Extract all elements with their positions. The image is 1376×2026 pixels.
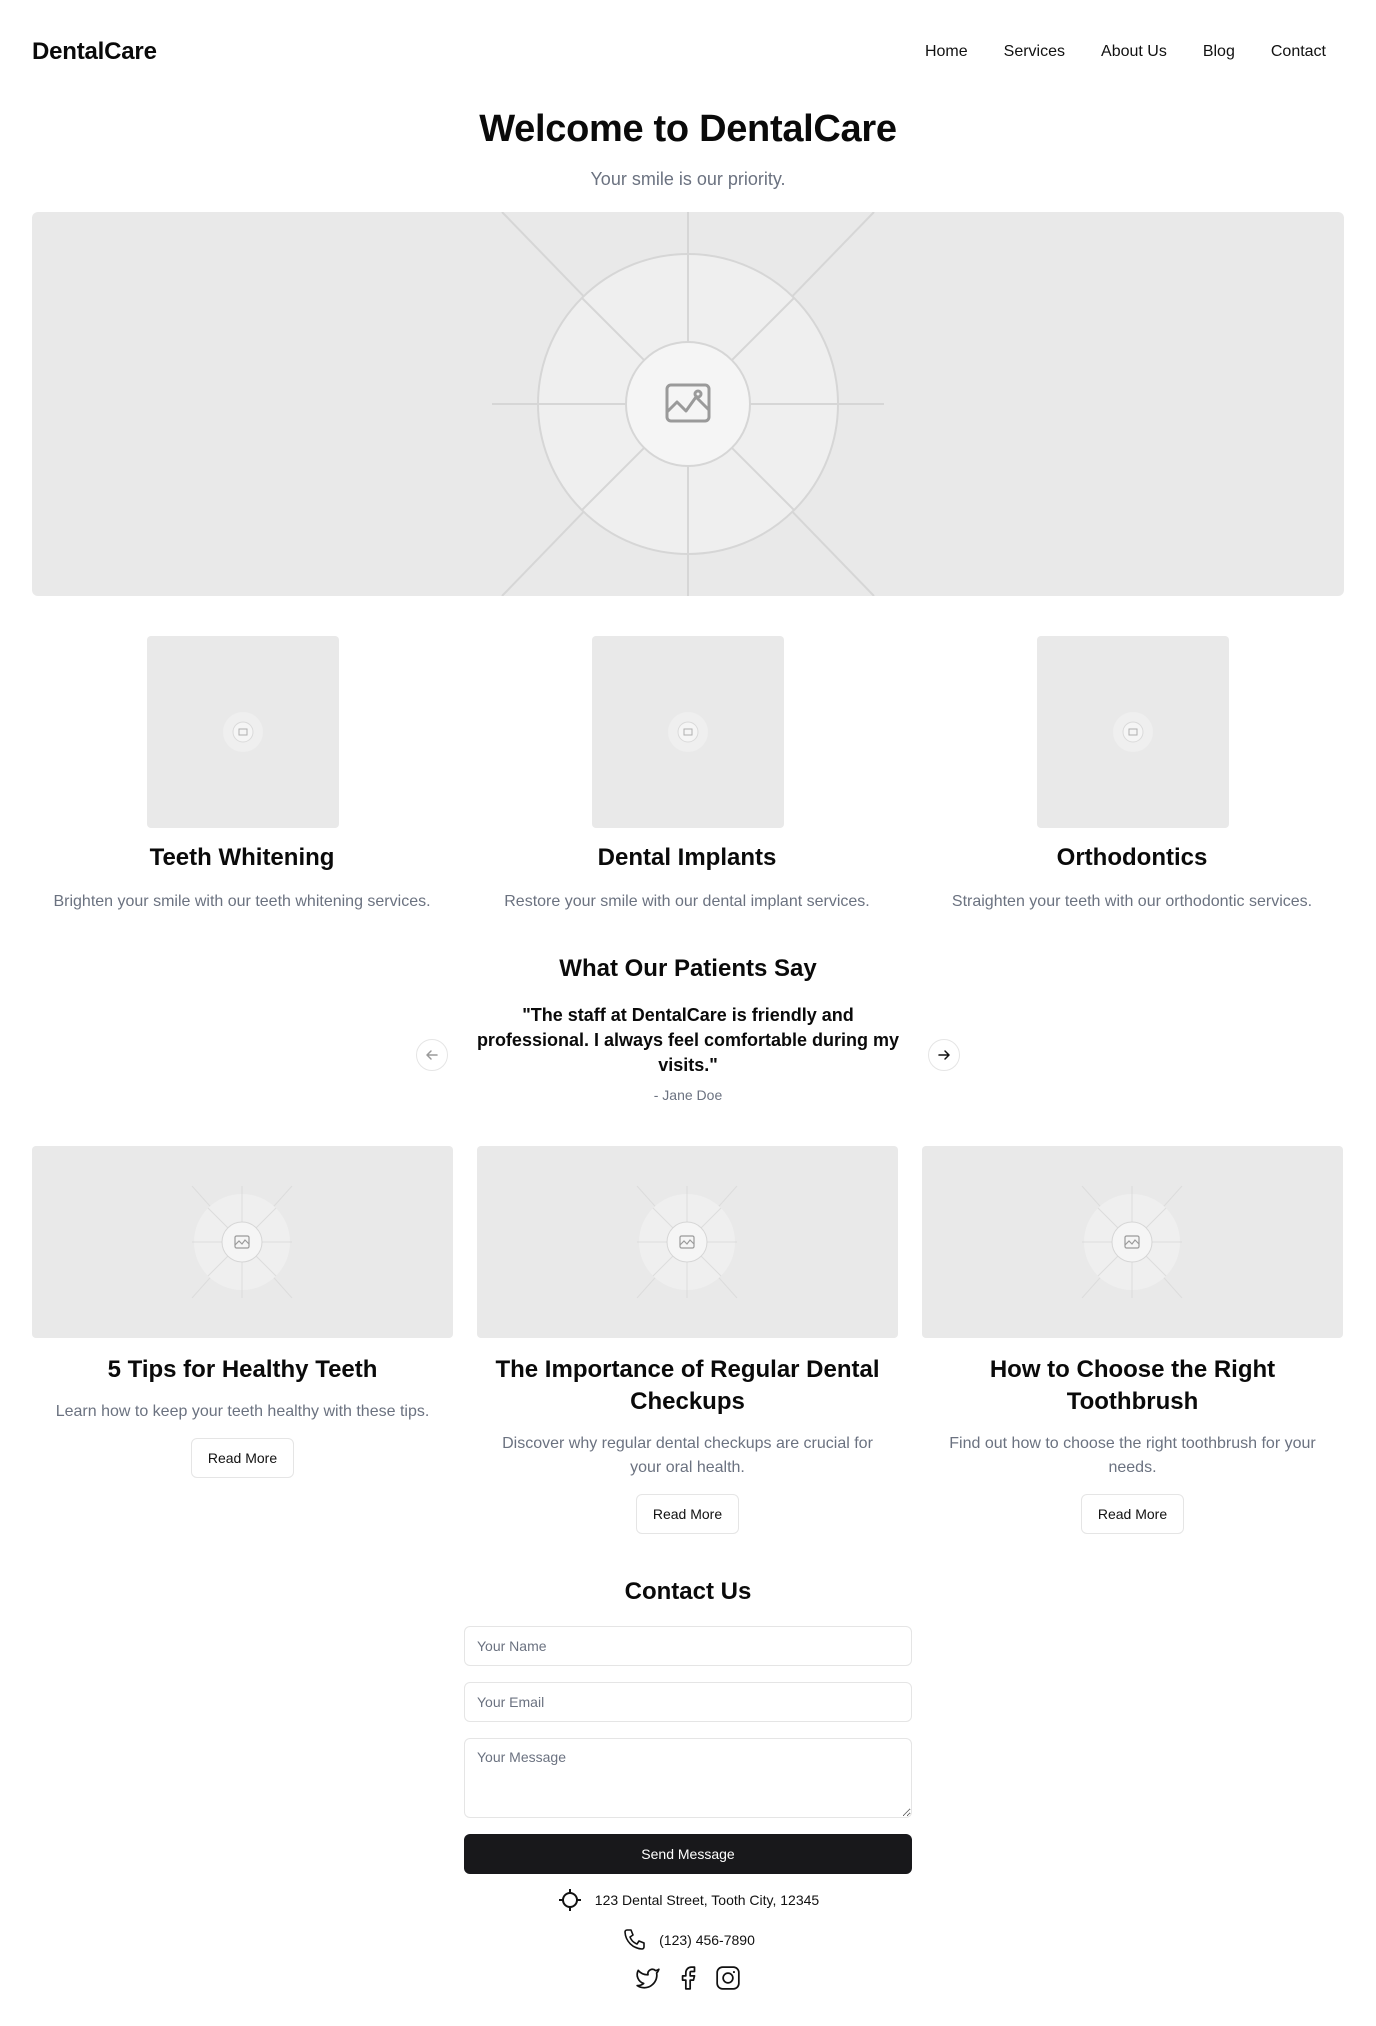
image-placeholder-graphic: [223, 712, 263, 752]
service-description: Straighten your teeth with our orthodont…: [951, 893, 1313, 910]
hero-title: Welcome to DentalCare: [479, 108, 897, 150]
image-placeholder-graphic: [668, 712, 708, 752]
image-placeholder-graphic: [1113, 712, 1153, 752]
service-title: Teeth Whitening: [149, 844, 335, 871]
image-placeholder-graphic: [636, 1185, 738, 1299]
service-image: [1037, 636, 1229, 828]
image-placeholder-graphic: [1081, 1185, 1183, 1299]
name-field[interactable]: [464, 1626, 912, 1666]
twitter-icon[interactable]: [635, 1965, 661, 1991]
nav-link-services[interactable]: Services: [986, 35, 1083, 69]
testimonial-quote: "The staff at DentalCare is friendly and…: [476, 1005, 900, 1075]
contact-address: 123 Dental Street, Tooth City, 12345: [0, 1887, 1376, 1913]
testimonial-prev-button[interactable]: [416, 1039, 448, 1071]
blog-image: [922, 1146, 1343, 1338]
instagram-icon[interactable]: [715, 1965, 741, 1991]
blog-description: Find out how to choose the right toothbr…: [949, 1435, 1316, 1476]
contact-phone: (123) 456-7890: [0, 1927, 1376, 1953]
hero-subtitle: Your smile is our priority.: [590, 169, 786, 189]
blog-card: 5 Tips for Healthy Teeth Learn how to ke…: [32, 1146, 453, 1478]
site-logo[interactable]: DentalCare: [32, 38, 157, 66]
page: DentalCare Home Services About Us Blog C…: [0, 0, 1376, 2026]
testimonial-author: - Jane Doe: [653, 1087, 723, 1103]
blog-description: Discover why regular dental checkups are…: [502, 1435, 873, 1476]
main-nav: Home Services About Us Blog Contact: [907, 35, 1344, 69]
crosshair-icon: [558, 1889, 581, 1911]
facebook-icon[interactable]: [675, 1965, 701, 1991]
arrow-left-icon: [426, 1050, 438, 1060]
nav-link-home[interactable]: Home: [907, 35, 986, 69]
testimonial-next-button[interactable]: [928, 1039, 960, 1071]
blog-description: Learn how to keep your teeth healthy wit…: [55, 1403, 430, 1420]
service-description: Restore your smile with our dental impla…: [504, 893, 870, 910]
service-image: [592, 636, 784, 828]
blog-image: [477, 1146, 898, 1338]
message-field[interactable]: [464, 1738, 912, 1818]
nav-link-about-us[interactable]: About Us: [1083, 35, 1185, 69]
service-title: Orthodontics: [1056, 844, 1208, 871]
read-more-button[interactable]: Read More: [1080, 1494, 1185, 1534]
image-placeholder-graphic: [492, 212, 884, 596]
phone-text[interactable]: (123) 456-7890: [659, 1932, 755, 1948]
hero-image: [32, 212, 1344, 596]
image-placeholder-graphic: [191, 1185, 293, 1299]
phone-icon: [624, 1929, 645, 1950]
blog-card: How to Choose the Right Toothbrush Find …: [922, 1146, 1343, 1534]
blog-card: The Importance of Regular Dental Checkup…: [477, 1146, 898, 1534]
email-field[interactable]: [464, 1682, 912, 1722]
testimonials-heading: What Our Patients Say: [559, 955, 817, 982]
read-more-button[interactable]: Read More: [190, 1438, 295, 1478]
contact-heading: Contact Us: [624, 1578, 752, 1605]
address-text: 123 Dental Street, Tooth City, 12345: [594, 1892, 820, 1908]
blog-image: [32, 1146, 453, 1338]
service-description: Brighten your smile with our teeth white…: [53, 893, 431, 910]
nav-link-blog[interactable]: Blog: [1185, 35, 1253, 69]
send-message-button[interactable]: Send Message: [464, 1834, 912, 1874]
arrow-right-icon: [938, 1050, 950, 1060]
blog-title[interactable]: The Importance of Regular Dental Checkup…: [487, 1354, 888, 1418]
read-more-button[interactable]: Read More: [635, 1494, 740, 1534]
service-title: Dental Implants: [597, 844, 777, 871]
social-links: [0, 1965, 1376, 1991]
site-header: DentalCare Home Services About Us Blog C…: [32, 34, 1344, 70]
blog-title[interactable]: 5 Tips for Healthy Teeth: [42, 1354, 443, 1386]
nav-link-contact[interactable]: Contact: [1253, 35, 1344, 69]
blog-title[interactable]: How to Choose the Right Toothbrush: [932, 1354, 1333, 1418]
service-image: [147, 636, 339, 828]
